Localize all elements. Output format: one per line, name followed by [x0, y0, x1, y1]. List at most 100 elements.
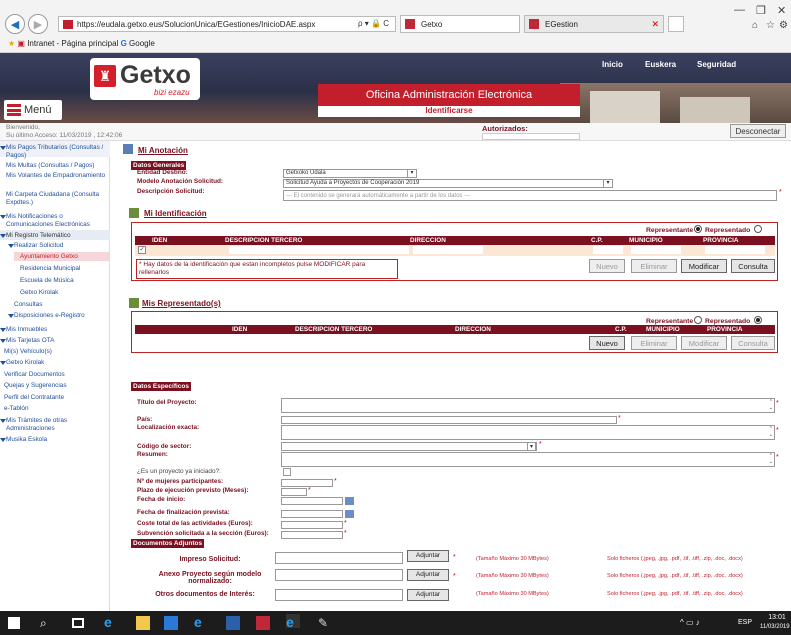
- maximize-icon[interactable]: ❐: [756, 4, 766, 17]
- sidebar-item-verificar[interactable]: Verificar Documentos: [4, 371, 65, 379]
- subvencion-input[interactable]: [281, 531, 343, 539]
- file-explorer-icon[interactable]: [136, 616, 150, 630]
- fecha-inicio-input[interactable]: [281, 497, 343, 505]
- rep-nuevo-button[interactable]: Nuevo: [589, 336, 625, 350]
- tab-egestion[interactable]: EGestion ✕: [524, 15, 664, 33]
- sidebar-item-kirolak[interactable]: Getxo Kirolak: [0, 359, 44, 367]
- disconnect-button[interactable]: Desconectar: [730, 124, 786, 138]
- favorites-star-icon[interactable]: ★: [8, 39, 15, 48]
- back-icon[interactable]: ◀: [5, 14, 25, 34]
- rep-modificar-button[interactable]: Modificar: [681, 336, 727, 350]
- modelo-select[interactable]: Solicitud Ayuda a Proyectos de Cooperaci…: [283, 179, 613, 188]
- favorites-star-icon[interactable]: ☆: [766, 20, 775, 31]
- codigo-select[interactable]: ▾: [281, 442, 537, 451]
- sidebar-item-pagos[interactable]: Mis Pagos Tributarios (Consultas / Pagos…: [0, 144, 106, 159]
- sidebar-item-ayuntamiento[interactable]: Ayuntamiento Getxo: [20, 253, 78, 261]
- adjunto-file-3[interactable]: [275, 589, 403, 601]
- ident-rep-radio[interactable]: [694, 225, 702, 233]
- ident-table-row[interactable]: ✓: [135, 245, 775, 256]
- pais-input[interactable]: [281, 416, 617, 424]
- coste-input[interactable]: [281, 521, 343, 529]
- adjuntar-button-3[interactable]: Adjuntar: [407, 589, 449, 601]
- clock-date[interactable]: 11/03/2019: [760, 624, 790, 630]
- sidebar-item-volantes[interactable]: Mis Volantes de Empadronamiento: [6, 172, 106, 180]
- row-checkbox[interactable]: ✓: [138, 246, 146, 254]
- sidebar-item-notificaciones[interactable]: Mis Notificaciones o Comunicaciones Elec…: [0, 213, 106, 228]
- sidebar-item-tramites[interactable]: Mis Trámites de otras Administraciones: [0, 417, 96, 432]
- sidebar-item-registro[interactable]: Mi Registro Telemático: [0, 232, 71, 240]
- localizacion-textarea[interactable]: ⌃ ⌄: [281, 425, 775, 440]
- ie-active-icon[interactable]: e: [286, 614, 300, 630]
- fecha-fin-input[interactable]: [281, 510, 343, 518]
- minimize-icon[interactable]: —: [734, 4, 745, 16]
- address-bar[interactable]: https://eudala.getxo.eus/SolucionUnica/E…: [58, 16, 396, 32]
- sidebar-item-quejas[interactable]: Quejas y Sugerencias: [4, 382, 67, 390]
- close-tab-icon[interactable]: ✕: [651, 19, 659, 30]
- rep-consulta-button[interactable]: Consulta: [731, 336, 775, 350]
- getxo-logo[interactable]: ♜ Getxo bizi ezazu: [90, 58, 200, 100]
- nav-seguridad[interactable]: Seguridad: [697, 60, 736, 69]
- ident-repd-radio[interactable]: [754, 225, 762, 233]
- adjuntar-button-2[interactable]: Adjuntar: [407, 569, 449, 581]
- ie-icon[interactable]: e: [194, 614, 208, 630]
- sidebar-item-ota[interactable]: Mis Tarjetas OTA: [0, 337, 54, 345]
- sidebar-item-realizar[interactable]: Realizar Solicitud: [7, 242, 63, 250]
- sidebar-item-musika[interactable]: Musika Eskola: [0, 436, 47, 444]
- calendar-icon[interactable]: [345, 497, 354, 505]
- clock-time[interactable]: 13:01: [763, 614, 791, 621]
- adjunto-file-2[interactable]: [275, 569, 403, 581]
- descripcion-field[interactable]: --- El contenido se generará automáticam…: [283, 190, 777, 201]
- settings-gear-icon[interactable]: ⚙: [779, 20, 788, 31]
- word-icon[interactable]: [226, 616, 240, 630]
- sidebar-item-residencia[interactable]: Residencia Municipal: [20, 265, 80, 273]
- sidebar-item-vehiculos[interactable]: Mi(s) Vehículo(s): [4, 348, 52, 356]
- identify-link[interactable]: Identificarse: [318, 106, 580, 117]
- windows-start-icon[interactable]: [8, 617, 20, 629]
- rep-rep-radio[interactable]: [694, 316, 702, 324]
- outlook-icon[interactable]: [164, 616, 178, 630]
- adjuntar-button-1[interactable]: Adjuntar: [407, 550, 449, 562]
- ident-consulta-button[interactable]: Consulta: [731, 259, 775, 273]
- iniciado-checkbox[interactable]: [283, 468, 291, 476]
- menu-button[interactable]: Menú: [4, 100, 62, 120]
- tool-icon[interactable]: ✎: [318, 616, 332, 630]
- ident-eliminar-button[interactable]: Eliminar: [631, 259, 677, 273]
- search-icon[interactable]: ⌕: [40, 616, 54, 630]
- ident-modificar-button[interactable]: Modificar: [681, 259, 727, 273]
- address-tools[interactable]: ρ ▾ 🔒 C: [358, 19, 389, 28]
- sidebar-item-perfil[interactable]: Perfil del Contratante: [4, 394, 64, 402]
- tab-getxo[interactable]: Getxo: [400, 15, 520, 33]
- edge-icon[interactable]: e: [104, 614, 118, 630]
- app-red-icon[interactable]: [256, 616, 270, 630]
- sidebar-item-musica[interactable]: Escuela de Música: [20, 277, 74, 285]
- lang-indicator[interactable]: ESP: [738, 619, 752, 626]
- fav-google[interactable]: Google: [129, 39, 155, 48]
- close-window-icon[interactable]: ✕: [777, 4, 786, 17]
- authorized-select[interactable]: [482, 133, 580, 140]
- sidebar-item-carpeta[interactable]: Mi Carpeta Ciudadana (Consulta Expdtes.): [6, 191, 110, 206]
- home-icon[interactable]: ⌂: [752, 20, 758, 31]
- mujeres-input[interactable]: [281, 479, 333, 487]
- nav-inicio[interactable]: Inicio: [602, 60, 623, 69]
- forward-icon[interactable]: ▶: [28, 14, 48, 34]
- titulo-textarea[interactable]: ⌃ ⌄: [281, 398, 775, 413]
- nav-euskera[interactable]: Euskera: [645, 60, 676, 69]
- sidebar-item-disposiciones[interactable]: Disposiciones e-Registro: [8, 312, 85, 320]
- resumen-textarea[interactable]: ⌃ ⌄: [281, 452, 775, 467]
- ident-nuevo-button[interactable]: Nuevo: [589, 259, 625, 273]
- sidebar-item-consultas[interactable]: Consultas: [14, 301, 42, 309]
- rep-eliminar-button[interactable]: Eliminar: [631, 336, 677, 350]
- task-view-icon[interactable]: [72, 618, 84, 628]
- calendar-icon[interactable]: [345, 510, 354, 518]
- tray-icons[interactable]: ^ ▭ ♪: [680, 618, 700, 627]
- adjunto-file-1[interactable]: [275, 552, 403, 564]
- plazo-input[interactable]: [281, 488, 307, 496]
- sidebar-item-kirolak-sub[interactable]: Getxo Kirolak: [20, 289, 58, 297]
- sidebar-item-etablon[interactable]: e-Tablón: [4, 405, 29, 413]
- fav-intranet[interactable]: Intranet - Página principal: [27, 39, 118, 48]
- sidebar-item-multas[interactable]: Mis Multas (Consultas / Pagos): [6, 162, 94, 170]
- rep-repd-radio[interactable]: [754, 316, 762, 324]
- new-tab-icon[interactable]: [668, 16, 684, 32]
- entidad-select[interactable]: Getxoko Udala ▾: [283, 169, 417, 178]
- sidebar-item-inmuebles[interactable]: Mis Inmuebles: [0, 326, 47, 334]
